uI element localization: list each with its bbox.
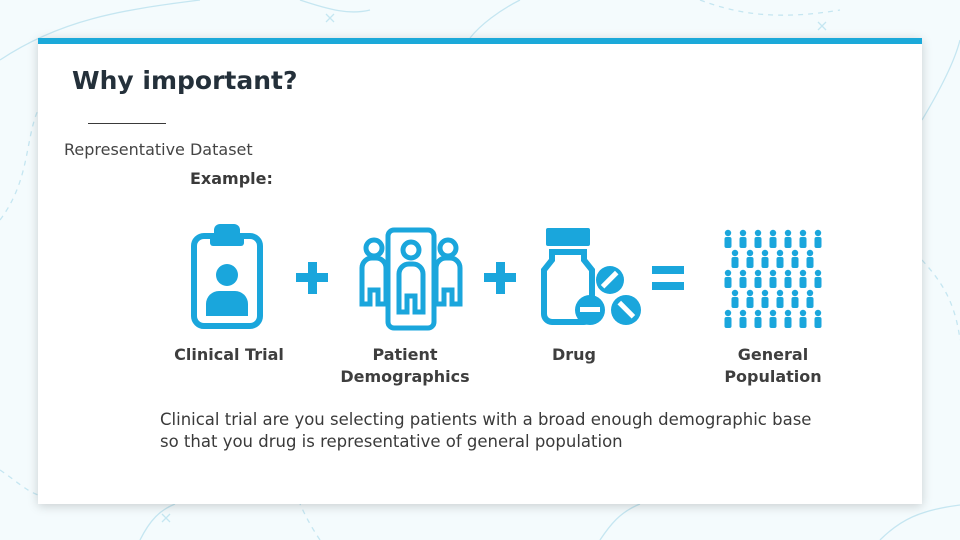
- person-figure: [791, 289, 799, 308]
- person-figure: [769, 269, 777, 288]
- person-figure: [761, 289, 769, 308]
- person-figure: [814, 309, 822, 328]
- person-figure: [746, 289, 754, 308]
- person-figure: [754, 269, 762, 288]
- population-crowd-icon: [724, 229, 822, 328]
- label-general-population: General Population: [708, 344, 838, 388]
- person-figure: [739, 229, 747, 248]
- person-figure: [724, 229, 732, 248]
- person-figure: [754, 309, 762, 328]
- person-figure: [799, 229, 807, 248]
- section-subtitle: Representative Dataset: [64, 140, 253, 159]
- person-figure: [784, 309, 792, 328]
- person-figure: [724, 269, 732, 288]
- person-figure: [776, 249, 784, 268]
- person-figure: [754, 229, 762, 248]
- plus-operator: [294, 260, 330, 301]
- description-line: so that you drug is representative of ge…: [160, 432, 623, 451]
- person-figure: [814, 229, 822, 248]
- person-figure: [746, 249, 754, 268]
- person-figure: [761, 249, 769, 268]
- label-drug: Drug: [534, 344, 614, 366]
- plus-operator: [482, 260, 518, 301]
- person-figure: [806, 249, 814, 268]
- drug-bottle-pills-icon: [541, 228, 641, 325]
- person-figure: [731, 289, 739, 308]
- person-figure: [791, 249, 799, 268]
- label-line: Clinical Trial: [174, 345, 284, 364]
- label-line: General: [737, 345, 809, 364]
- person-figure: [784, 269, 792, 288]
- slide-card: Why important? Representative Dataset Ex…: [38, 38, 922, 504]
- person-figure: [769, 309, 777, 328]
- title-underline: [88, 123, 166, 124]
- person-figure: [799, 309, 807, 328]
- description-line: Clinical trial are you selecting patient…: [160, 410, 812, 429]
- example-label: Example:: [190, 169, 273, 188]
- person-figure: [731, 249, 739, 268]
- person-figure: [806, 289, 814, 308]
- person-figure: [784, 229, 792, 248]
- person-figure: [739, 269, 747, 288]
- label-line: Patient: [372, 345, 438, 364]
- label-line: Demographics: [340, 367, 470, 386]
- equals-operator: [650, 262, 686, 299]
- person-figure: [739, 309, 747, 328]
- label-line: Population: [724, 367, 822, 386]
- person-figure: [776, 289, 784, 308]
- clipboard-person-icon: [191, 224, 263, 329]
- label-clinical-trial: Clinical Trial: [159, 344, 299, 366]
- person-figure: [724, 309, 732, 328]
- person-figure: [799, 269, 807, 288]
- slide-title: Why important?: [72, 66, 298, 95]
- person-figure: [814, 269, 822, 288]
- label-line: Drug: [551, 345, 596, 364]
- label-patient-demographics: Patient Demographics: [330, 344, 480, 388]
- person-figure: [769, 229, 777, 248]
- patient-group-icon: [359, 227, 463, 331]
- description-text: Clinical trial are you selecting patient…: [160, 409, 860, 453]
